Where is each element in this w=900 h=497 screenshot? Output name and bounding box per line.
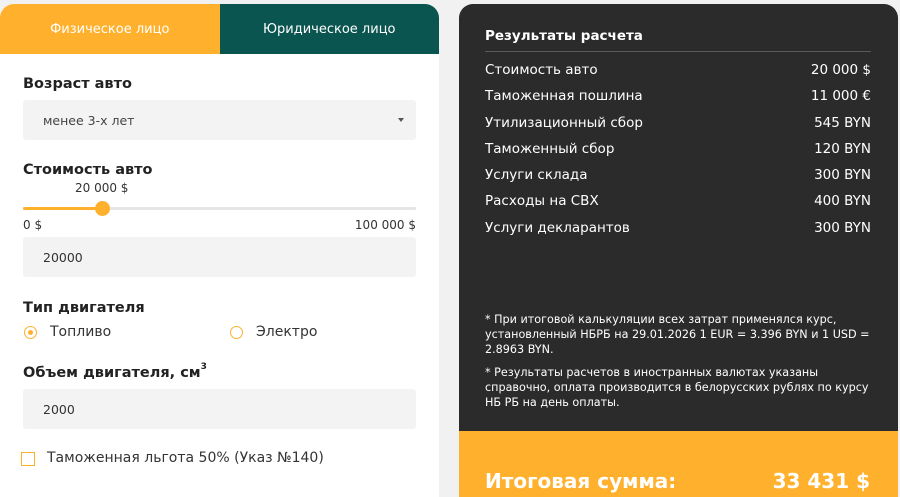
tab-legal-entity[interactable]: Юридическое лицо [219,4,439,54]
slider-value-label: 20 000 $ [75,181,129,195]
result-row: Услуги склада 300 BYN [485,167,871,183]
result-value: 300 BYN [814,220,871,236]
radio-electric-label[interactable]: Электро [256,324,317,340]
age-select-value: менее 3-х лет [43,112,135,128]
result-row: Услуги декларантов 300 BYN [485,220,871,236]
currency-note: * Результаты расчетов в иностранных валю… [485,366,869,409]
result-value: 120 BYN [814,141,871,157]
age-label: Возраст авто [23,76,132,92]
result-row: Утилизационный сбор 545 BYN [485,115,871,131]
total-bar: Итоговая сумма: 33 431 $ [459,431,898,497]
customs-benefit-label[interactable]: Таможенная льгота 50% (Указ №140) [47,450,324,466]
results-panel: Результаты расчета Стоимость авто 20 000… [459,4,898,497]
engine-volume-label: Объем двигателя, см3 [23,362,207,381]
result-label: Утилизационный сбор [485,115,643,131]
radio-electric[interactable] [230,326,243,339]
result-row: Стоимость авто 20 000 $ [485,62,871,78]
result-row: Расходы на СВХ 400 BYN [485,193,871,209]
results-divider [485,51,871,52]
exchange-rate-note: * При итоговой калькуляции всех затрат п… [485,313,870,356]
result-value: 400 BYN [814,193,871,209]
chevron-down-icon [398,118,404,122]
tab-individual[interactable]: Физическое лицо [0,4,220,54]
results-title: Результаты расчета [485,28,643,44]
result-label: Таможенная пошлина [485,88,643,104]
result-label: Услуги склада [485,167,588,183]
result-value: 545 BYN [814,115,871,131]
customs-benefit-checkbox[interactable] [21,452,35,466]
calculator-form-panel: Физическое лицо Юридическое лицо Возраст… [0,4,439,497]
age-select[interactable]: менее 3-х лет [23,100,416,140]
result-value: 20 000 $ [810,62,871,78]
slider-fill [23,207,102,210]
result-value: 11 000 € [810,88,871,104]
radio-fuel-label[interactable]: Топливо [50,324,111,340]
radio-fuel[interactable] [24,326,37,339]
cost-label: Стоимость авто [23,162,153,178]
cost-input[interactable]: 20000 [23,237,416,277]
total-value: 33 431 $ [772,469,870,493]
result-row: Таможенный сбор 120 BYN [485,141,871,157]
result-row: Таможенная пошлина 11 000 € [485,88,871,104]
person-type-tabs: Физическое лицо Юридическое лицо [0,4,439,54]
slider-min-label: 0 $ [23,218,43,232]
result-value: 300 BYN [814,167,871,183]
result-label: Услуги декларантов [485,220,630,236]
cost-slider[interactable] [23,201,416,216]
result-label: Таможенный сбор [485,141,615,157]
result-label: Расходы на СВХ [485,193,599,209]
engine-type-label: Тип двигателя [23,300,145,316]
engine-volume-input[interactable]: 2000 [23,389,416,429]
result-label: Стоимость авто [485,62,598,78]
total-label: Итоговая сумма: [485,469,677,493]
slider-max-label: 100 000 $ [354,218,416,232]
slider-handle[interactable] [94,201,110,216]
